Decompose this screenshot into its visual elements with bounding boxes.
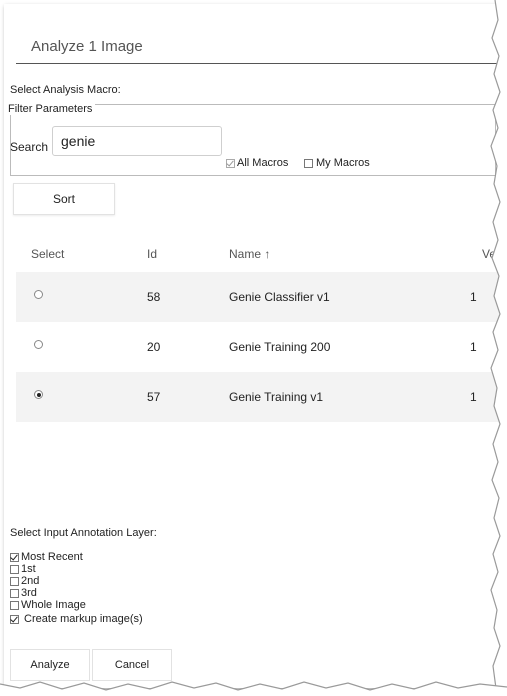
table-row[interactable]: 20 Genie Training 200 1 bbox=[16, 322, 502, 372]
row-id: 57 bbox=[147, 390, 161, 404]
second-checkbox[interactable] bbox=[10, 576, 19, 586]
row-version: 1 bbox=[470, 390, 477, 404]
third-checkbox[interactable] bbox=[10, 588, 19, 598]
whole-image-checkbox[interactable] bbox=[10, 600, 19, 610]
analyze-dialog: Analyze 1 Image Select Analysis Macro: F… bbox=[4, 4, 502, 688]
all-macros-label: All Macros bbox=[237, 157, 289, 169]
title-divider bbox=[16, 63, 502, 64]
option-label: Whole Image bbox=[21, 599, 86, 611]
create-markup-option[interactable]: Create markup image(s) bbox=[10, 613, 143, 625]
cancel-button[interactable]: Cancel bbox=[92, 649, 172, 681]
table-row[interactable]: 58 Genie Classifier v1 1 bbox=[16, 272, 502, 322]
row-select-radio[interactable] bbox=[34, 340, 43, 349]
annotation-option-whole-image[interactable]: Whole Image bbox=[10, 599, 86, 611]
column-header-name[interactable]: Name ↑ bbox=[229, 247, 270, 261]
row-version: 1 bbox=[470, 290, 477, 304]
all-macros-checkbox[interactable] bbox=[226, 158, 235, 168]
annotation-option-1st[interactable]: 1st bbox=[10, 563, 36, 575]
annotation-option-3rd[interactable]: 3rd bbox=[10, 587, 37, 599]
row-name: Genie Classifier v1 bbox=[229, 290, 330, 304]
column-header-select[interactable]: Select bbox=[31, 247, 64, 261]
search-input[interactable] bbox=[52, 126, 222, 156]
row-name: Genie Training v1 bbox=[229, 390, 324, 404]
select-macro-label: Select Analysis Macro: bbox=[10, 84, 121, 96]
my-macros-checkbox[interactable] bbox=[304, 158, 313, 168]
row-select-radio[interactable] bbox=[34, 290, 43, 299]
first-checkbox[interactable] bbox=[10, 564, 19, 574]
option-label: 3rd bbox=[21, 587, 37, 599]
search-label: Search bbox=[10, 140, 49, 154]
analyze-button[interactable]: Analyze bbox=[10, 649, 90, 681]
row-name: Genie Training 200 bbox=[229, 340, 331, 354]
create-markup-checkbox[interactable] bbox=[10, 614, 19, 624]
option-label: Create markup image(s) bbox=[21, 613, 143, 625]
select-annotation-layer-label: Select Input Annotation Layer: bbox=[10, 527, 157, 539]
row-id: 58 bbox=[147, 290, 161, 304]
row-select-radio[interactable] bbox=[34, 390, 43, 399]
option-label: Most Recent bbox=[21, 551, 83, 563]
annotation-option-most-recent[interactable]: Most Recent bbox=[10, 551, 83, 563]
most-recent-checkbox[interactable] bbox=[10, 552, 19, 562]
all-macros-checkbox-row[interactable]: All Macros bbox=[226, 157, 288, 169]
option-label: 2nd bbox=[21, 575, 40, 587]
column-header-id[interactable]: Id bbox=[147, 247, 157, 261]
table-row[interactable]: 57 Genie Training v1 1 bbox=[16, 372, 502, 422]
sort-button[interactable]: Sort bbox=[13, 183, 115, 215]
annotation-option-2nd[interactable]: 2nd bbox=[10, 575, 39, 587]
row-id: 20 bbox=[147, 340, 161, 354]
column-header-version[interactable]: Version bbox=[482, 247, 502, 261]
row-version: 1 bbox=[470, 340, 477, 354]
my-macros-label: My Macros bbox=[316, 157, 370, 169]
dialog-title: Analyze 1 Image bbox=[31, 38, 143, 55]
filter-parameters-legend: Filter Parameters bbox=[8, 103, 96, 115]
my-macros-checkbox-row[interactable]: My Macros bbox=[304, 157, 370, 169]
option-label: 1st bbox=[21, 563, 36, 575]
